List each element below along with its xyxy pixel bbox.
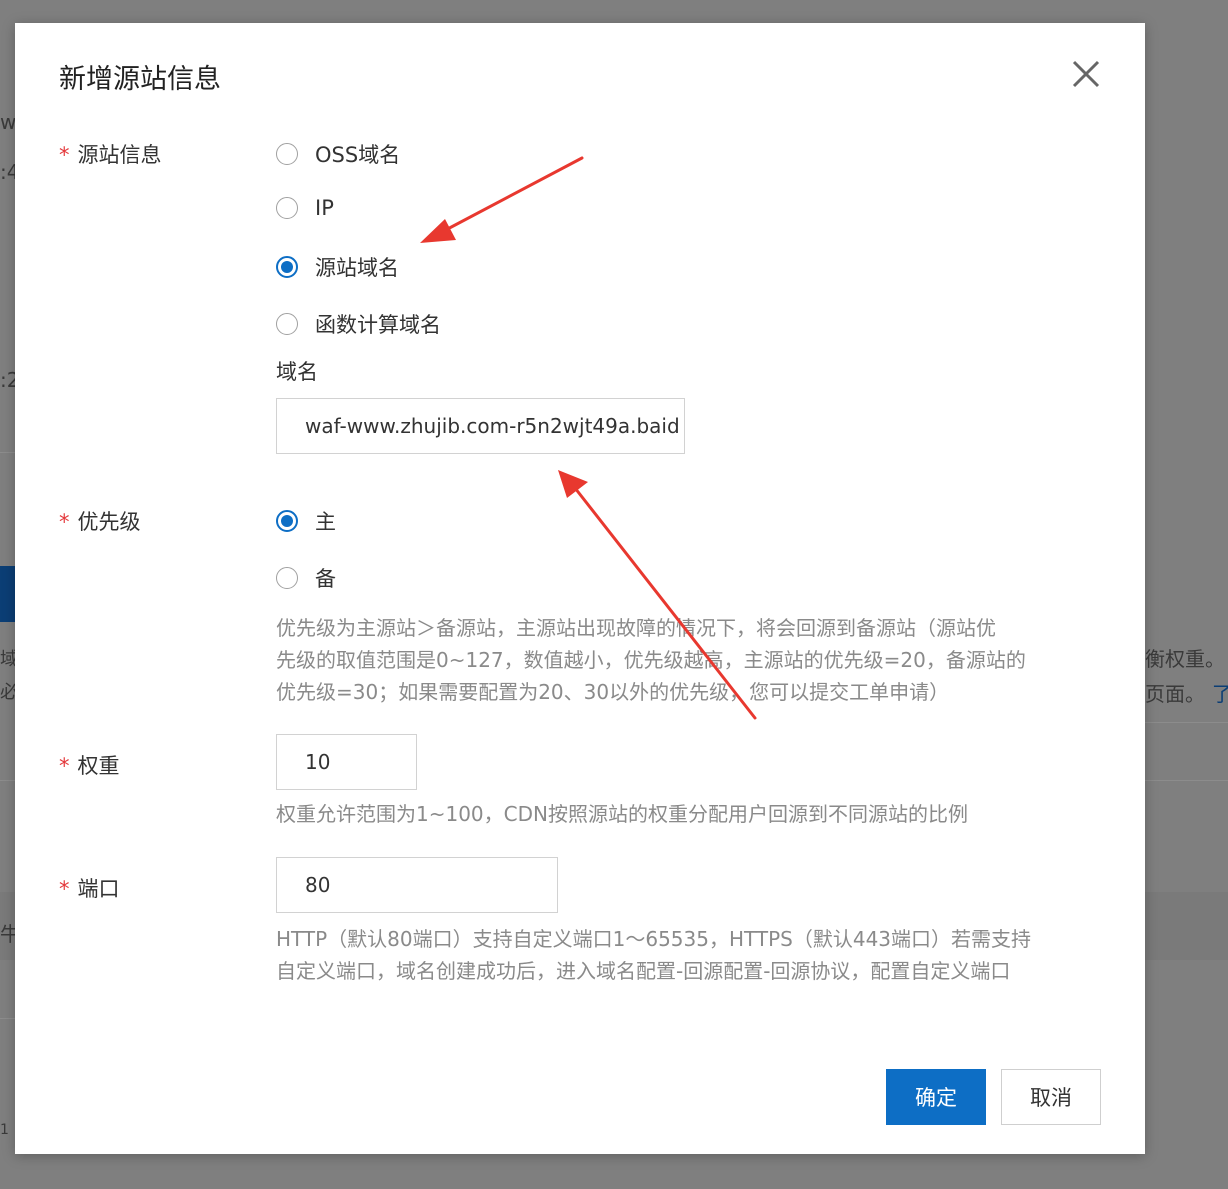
- weight-input[interactable]: [276, 734, 417, 790]
- port-label-text: 端口: [77, 877, 120, 901]
- radio-circle-selected[interactable]: [276, 256, 298, 278]
- radio-label: 主: [315, 510, 336, 534]
- port-help-text: HTTP（默认80端口）支持自定义端口1～65535，HTTPS（默认443端口…: [276, 923, 1031, 987]
- help-line: 先级的取值范围是0~127，数值越小，优先级越高，主源站的优先级=20，备源站的: [276, 648, 1026, 672]
- close-icon[interactable]: [1069, 57, 1103, 91]
- confirm-button[interactable]: 确定: [886, 1069, 986, 1125]
- radio-ip[interactable]: IP: [276, 196, 334, 220]
- radio-circle[interactable]: [276, 143, 298, 165]
- bg-table-header: [1145, 892, 1228, 960]
- bg-divider: [0, 452, 15, 453]
- radio-circle-selected[interactable]: [276, 510, 298, 532]
- radio-circle[interactable]: [276, 567, 298, 589]
- origin-info-label: * 源站信息: [59, 139, 162, 169]
- port-input[interactable]: [276, 857, 558, 913]
- priority-label: * 优先级: [59, 506, 141, 536]
- help-line: 优先级为主源站＞备源站，主源站出现故障的情况下，将会回源到备源站（源站优: [276, 616, 996, 640]
- dialog-title: 新增源站信息: [59, 64, 221, 95]
- required-mark: *: [59, 877, 70, 901]
- priority-help-text: 优先级为主源站＞备源站，主源站出现故障的情况下，将会回源到备源站（源站优 先级的…: [276, 612, 1026, 708]
- radio-label: 源站域名: [315, 256, 399, 280]
- radio-label: 备: [315, 567, 336, 591]
- weight-label-text: 权重: [77, 754, 120, 778]
- add-origin-dialog: 新增源站信息 * 源站信息 OSS域名 IP 源站域名 函数计算域名 域名 * 优先…: [15, 23, 1145, 1154]
- radio-circle[interactable]: [276, 197, 298, 219]
- radio-priority-backup[interactable]: 备: [276, 563, 336, 593]
- weight-help-text: 权重允许范围为1~100，CDN按照源站的权重分配用户回源到不同源站的比例: [276, 802, 968, 826]
- required-mark: *: [59, 510, 70, 534]
- domain-label: 域名: [276, 360, 318, 384]
- bg-divider: [1145, 722, 1228, 723]
- help-line: 优先级=30；如果需要配置为20、30以外的优先级，您可以提交工单申请）: [276, 680, 950, 704]
- bg-text-fragment: w: [0, 110, 17, 134]
- help-line: HTTP（默认80端口）支持自定义端口1～65535，HTTPS（默认443端口…: [276, 927, 1032, 951]
- domain-input[interactable]: [276, 398, 685, 454]
- bg-primary-button: [0, 566, 15, 622]
- radio-priority-primary[interactable]: 主: [276, 506, 336, 536]
- required-mark: *: [59, 143, 70, 167]
- priority-label-text: 优先级: [77, 510, 141, 534]
- port-label: * 端口: [59, 873, 120, 903]
- radio-function-compute-domain[interactable]: 函数计算域名: [276, 309, 441, 339]
- radio-label: OSS域名: [315, 143, 401, 167]
- required-mark: *: [59, 754, 70, 778]
- bg-link-fragment: 了: [1212, 682, 1228, 706]
- bg-divider: [0, 1018, 15, 1019]
- radio-circle[interactable]: [276, 313, 298, 335]
- radio-oss-domain[interactable]: OSS域名: [276, 139, 400, 169]
- bg-text-fragment: 页面。: [1145, 682, 1205, 706]
- bg-text-fragment: 1: [0, 1122, 9, 1138]
- radio-origin-domain[interactable]: 源站域名: [276, 252, 399, 282]
- help-line: 自定义端口，域名创建成功后，进入域名配置-回源配置-回源协议，配置自定义端口: [276, 959, 1011, 983]
- bg-divider: [1145, 780, 1228, 781]
- radio-label: 函数计算域名: [315, 313, 441, 337]
- cancel-button[interactable]: 取消: [1001, 1069, 1101, 1125]
- bg-divider: [0, 780, 15, 781]
- radio-label: IP: [315, 196, 334, 220]
- weight-label: * 权重: [59, 750, 120, 780]
- origin-info-label-text: 源站信息: [77, 143, 162, 167]
- bg-text-fragment: 衡权重。: [1145, 647, 1225, 671]
